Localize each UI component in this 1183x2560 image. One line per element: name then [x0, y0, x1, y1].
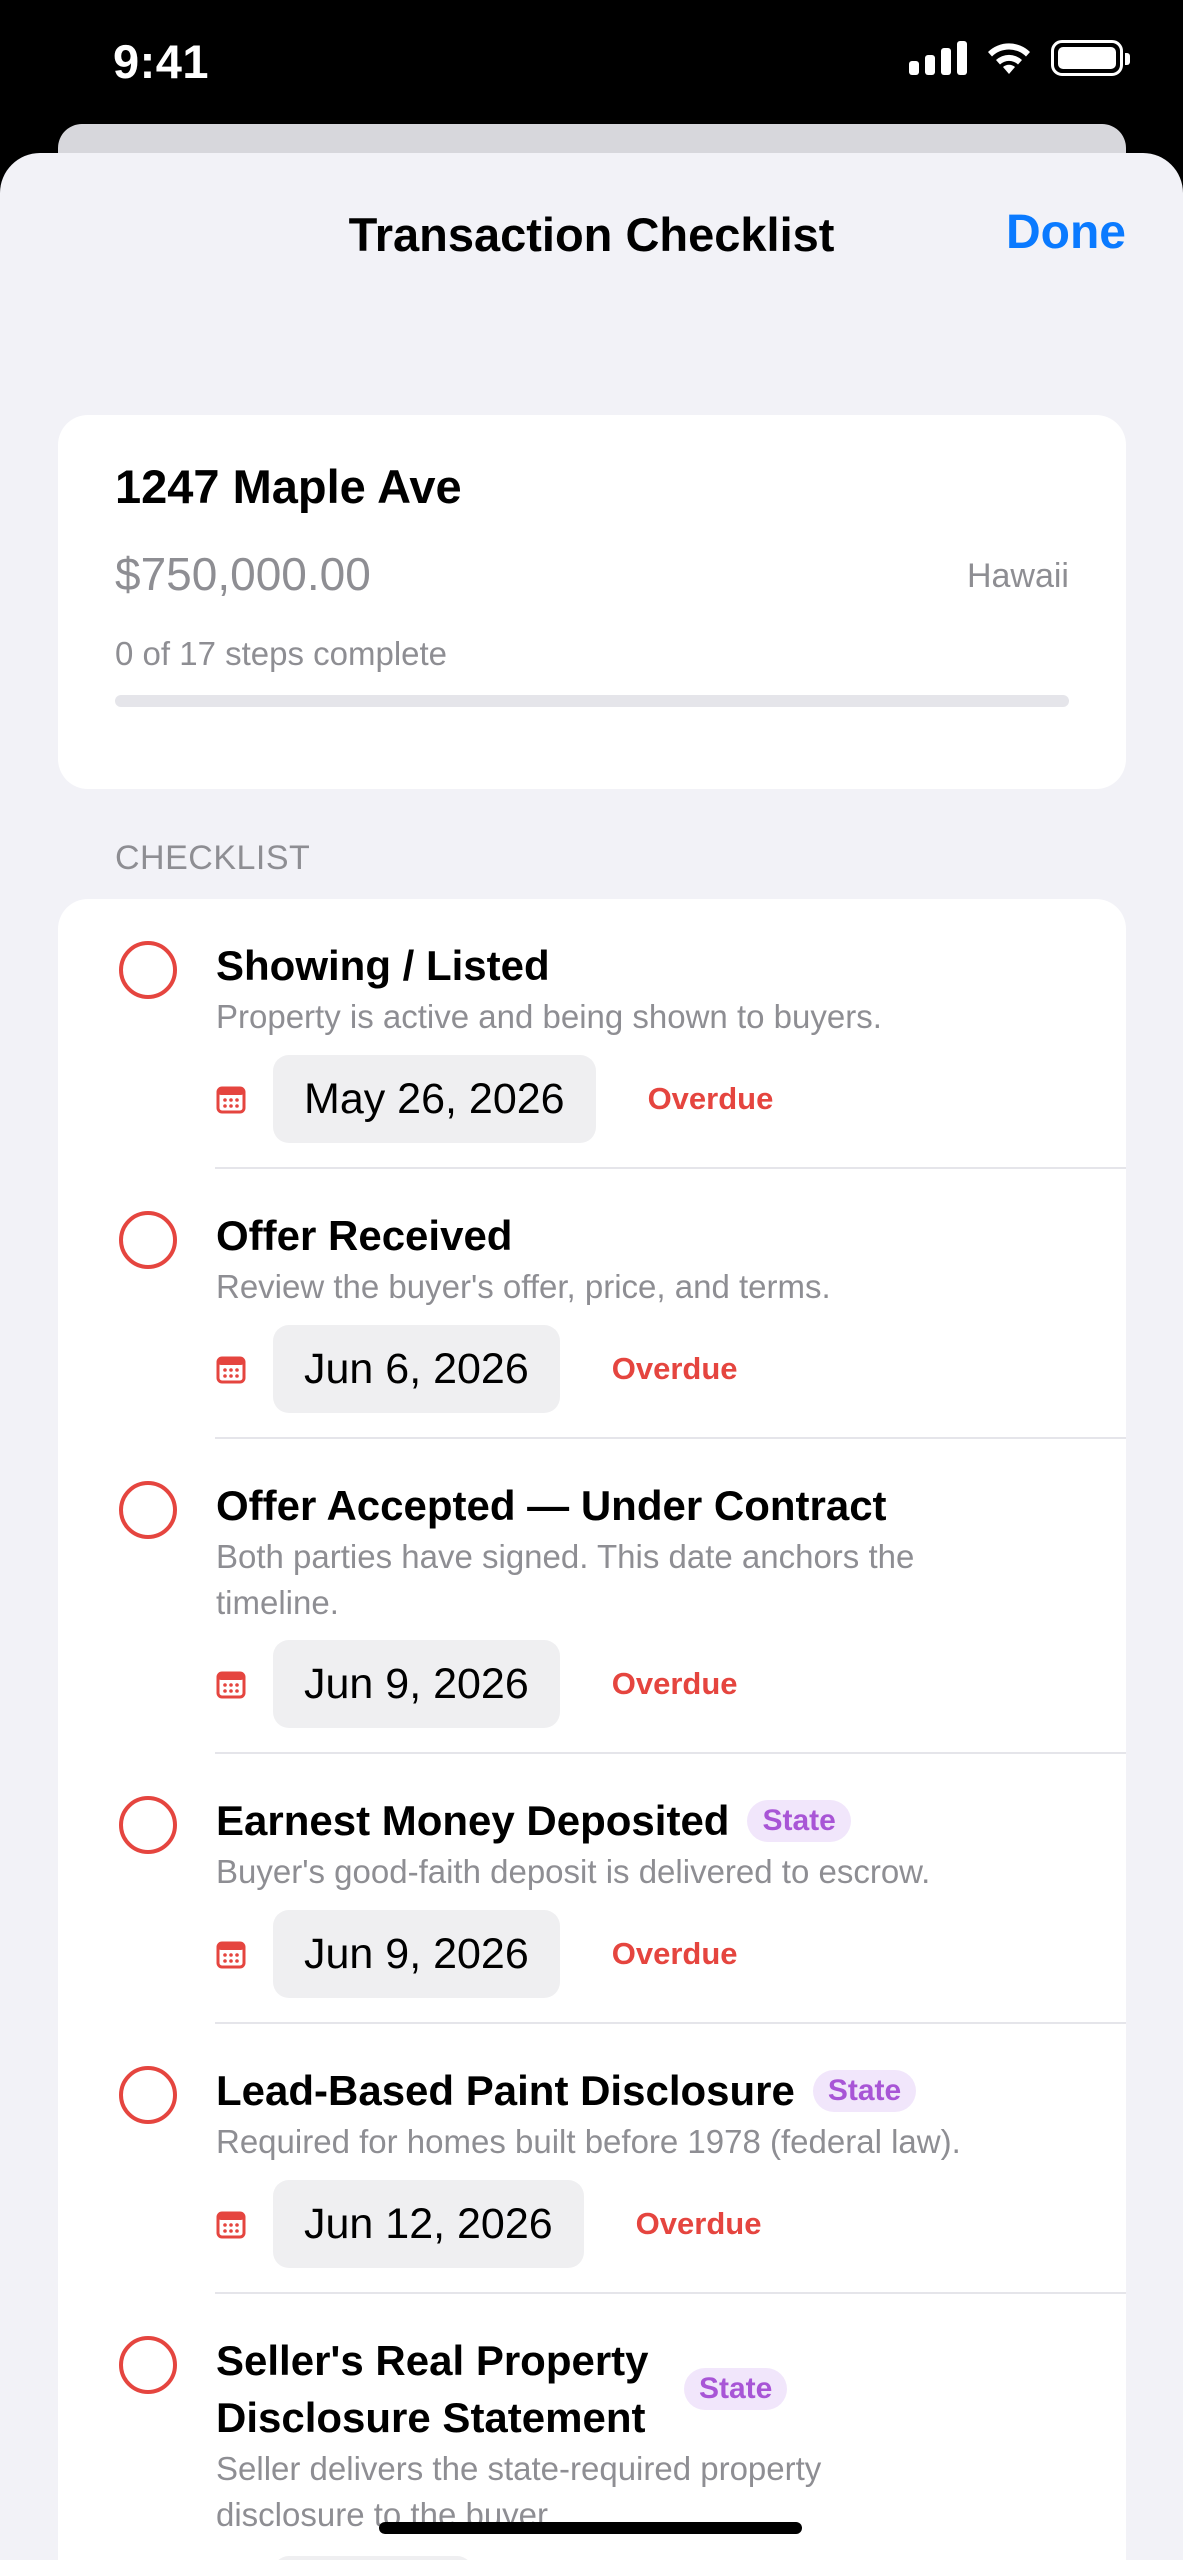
step-checkbox[interactable]	[119, 1796, 177, 1854]
step-description: Both parties have signed. This date anch…	[216, 1538, 915, 1621]
calendar-icon	[216, 1356, 246, 1384]
step-title-row: Seller's Real Property Disclosure Statem…	[216, 2332, 788, 2446]
step-checkbox[interactable]	[119, 2066, 177, 2124]
state-badge: State	[747, 1799, 851, 1842]
checklist-step: Lead-Based Paint Disclosure State Requir…	[58, 2024, 1126, 2294]
overdue-label: Overdue	[611, 1351, 738, 1386]
date-picker-button[interactable]: Jun 12, 2026	[273, 2180, 584, 2268]
step-title-row: Offer Received	[216, 1207, 512, 1264]
home-indicator[interactable]	[379, 2522, 802, 2534]
step-checkbox[interactable]	[119, 1481, 177, 1539]
step-date-row: Jun 12, 2026 Overdue	[216, 2180, 761, 2268]
step-title: Earnest Money Deposited	[216, 1797, 730, 1844]
overdue-label: Overdue	[611, 1936, 738, 1971]
step-description: Buyer's good-faith deposit is delivered …	[216, 1853, 931, 1890]
checklist-step: Offer Accepted — Under Contract Both par…	[58, 1439, 1126, 1754]
step-title-row: Lead-Based Paint Disclosure State	[216, 2062, 917, 2119]
property-price: $750,000.00	[115, 548, 371, 600]
status-time: 9:41	[113, 35, 210, 88]
section-header: CHECKLIST	[115, 839, 311, 877]
step-checkbox[interactable]	[119, 1211, 177, 1269]
date-picker-button[interactable]	[273, 2556, 473, 2560]
step-title: Showing / Listed	[216, 942, 550, 989]
step-description: Property is active and being shown to bu…	[216, 998, 882, 1035]
calendar-icon	[216, 1671, 246, 1699]
date-picker-button[interactable]: Jun 9, 2026	[273, 1640, 560, 1728]
progress-bar	[115, 695, 1069, 707]
calendar-icon	[216, 1941, 246, 1969]
date-picker-button[interactable]: Jun 6, 2026	[273, 1325, 560, 1413]
date-picker-button[interactable]: May 26, 2026	[273, 1055, 596, 1143]
step-checkbox[interactable]	[119, 941, 177, 999]
checklist-sheet: Transaction Checklist Done 1247 Maple Av…	[0, 153, 1183, 2560]
checklist-step: Offer Received Review the buyer's offer,…	[58, 1169, 1126, 1439]
done-button[interactable]: Done	[1006, 205, 1126, 260]
step-date-row: May 26, 2026 Overdue	[216, 1055, 773, 1143]
overdue-label: Overdue	[611, 1666, 738, 1701]
checklist-step: Earnest Money Deposited State Buyer's go…	[58, 1754, 1126, 2024]
step-date-row: Jun 9, 2026 Overdue	[216, 1640, 738, 1728]
calendar-icon	[216, 1086, 246, 1114]
step-description: Review the buyer's offer, price, and ter…	[216, 1268, 831, 1305]
progress-label: 0 of 17 steps complete	[115, 635, 448, 672]
state-badge: State	[812, 2069, 917, 2112]
step-description: Required for homes built before 1978 (fe…	[216, 2123, 961, 2160]
overdue-label: Overdue	[647, 1081, 774, 1116]
step-date-row: Jun 6, 2026 Overdue	[216, 1325, 738, 1413]
checklist-step: Showing / Listed Property is active and …	[58, 899, 1126, 1169]
step-checkbox[interactable]	[119, 2336, 177, 2394]
wifi-icon	[988, 43, 1030, 74]
step-title-row: Offer Accepted — Under Contract	[216, 1477, 887, 1534]
step-date-row	[216, 2556, 473, 2560]
cellular-signal-icon	[909, 41, 967, 75]
status-bar: 9:41	[0, 0, 1183, 130]
overdue-label: Overdue	[635, 2206, 762, 2241]
battery-icon	[1051, 40, 1130, 76]
status-icons	[909, 40, 1130, 76]
property-address: 1247 Maple Ave	[115, 460, 462, 513]
date-picker-button[interactable]: Jun 9, 2026	[273, 1910, 560, 1998]
screen: 9:41 Transaction Checklist Done 1247 Map…	[0, 0, 1183, 2560]
state-badge: State	[684, 2368, 788, 2410]
step-title: Lead-Based Paint Disclosure	[216, 2067, 795, 2114]
step-date-row: Jun 9, 2026 Overdue	[216, 1910, 738, 1998]
property-card: 1247 Maple Ave $750,000.00 Hawaii 0 of 1…	[58, 415, 1126, 789]
step-title: Seller's Real Property Disclosure Statem…	[216, 2337, 649, 2441]
step-title-row: Earnest Money Deposited State	[216, 1792, 851, 1849]
property-state: Hawaii	[966, 557, 1069, 595]
step-title: Offer Received	[216, 1212, 513, 1259]
checklist-step: Seller's Real Property Disclosure Statem…	[58, 2294, 1126, 2560]
step-title: Offer Accepted — Under Contract	[216, 1482, 887, 1529]
calendar-icon	[216, 2211, 246, 2239]
step-title-row: Showing / Listed	[216, 937, 550, 994]
checklist-card: Showing / Listed Property is active and …	[58, 899, 1126, 2560]
